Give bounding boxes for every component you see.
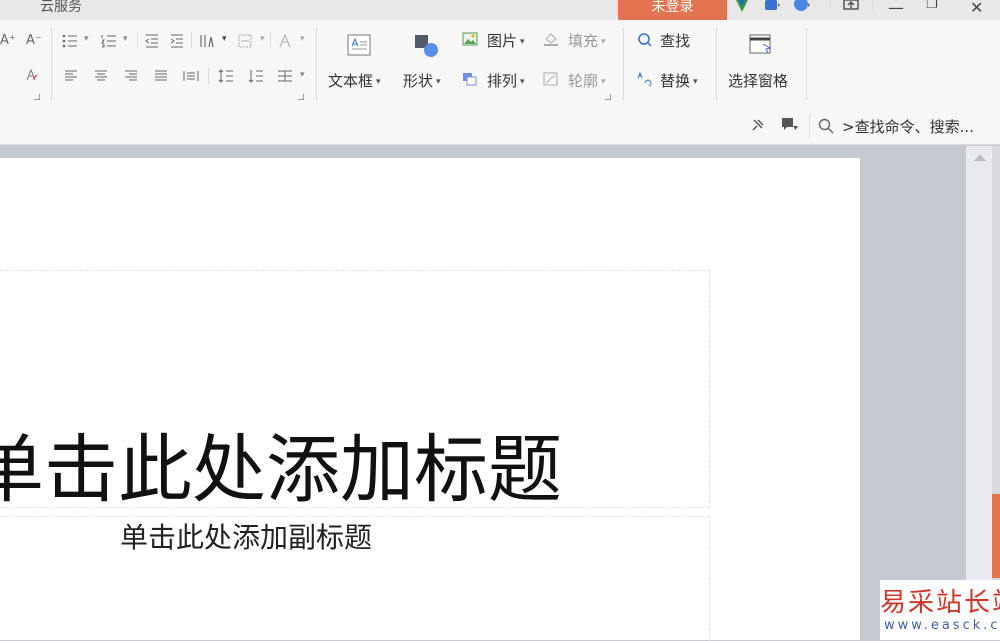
divider (809, 114, 810, 138)
divider (270, 32, 271, 48)
bullet-list-icon[interactable] (62, 34, 78, 48)
comment-icon[interactable] (781, 117, 799, 133)
justify-icon[interactable] (154, 70, 168, 82)
help-icon[interactable] (794, 0, 810, 14)
paragraph-spacing-icon[interactable] (248, 68, 264, 84)
divider (51, 28, 52, 100)
skin-icon[interactable] (764, 0, 780, 14)
watermark-url: www.easck.com (884, 618, 1000, 633)
picture-button[interactable]: 图片 ▾ (487, 30, 525, 51)
replace-button[interactable]: 替换 ▾ (660, 70, 698, 91)
columns-dropdown-icon[interactable]: ▾ (300, 70, 305, 80)
restore-button[interactable]: ❐ (926, 0, 938, 12)
divider (316, 28, 317, 100)
decrease-indent-icon[interactable] (145, 34, 159, 48)
line-spacing-icon[interactable] (218, 68, 234, 84)
outline-icon[interactable] (543, 72, 559, 86)
font-shrink-button[interactable]: A⁻ (26, 33, 42, 48)
increase-indent-icon[interactable] (170, 34, 184, 48)
font-grow-button[interactable]: A⁺ (0, 33, 16, 48)
arrange-button[interactable]: 排列 ▾ (487, 70, 525, 91)
distribute-icon[interactable] (183, 70, 199, 82)
text-effect-icon[interactable] (278, 33, 292, 49)
textbox-button[interactable]: 文本框 ▾ (328, 70, 381, 91)
arrange-icon[interactable] (462, 72, 478, 86)
scroll-up-arrow[interactable] (974, 154, 986, 161)
login-button[interactable]: 未登录 (618, 0, 727, 20)
divider (137, 32, 138, 48)
divider (830, 0, 831, 10)
clear-format-icon[interactable] (24, 68, 38, 82)
watermark-text: 易采站长站 (880, 588, 1000, 618)
scrollbar-track[interactable] (966, 146, 992, 640)
outline-button[interactable]: 轮廓 ▾ (568, 70, 606, 91)
cloud-service-tab[interactable]: 云服务 (40, 0, 82, 16)
text-direction-dropdown-icon[interactable]: ▾ (222, 34, 227, 44)
text-effect-dropdown-icon[interactable]: ▾ (300, 34, 305, 44)
fill-icon[interactable] (543, 32, 559, 46)
align-right-icon[interactable] (124, 70, 138, 82)
align-left-icon[interactable] (64, 70, 78, 82)
fill-button[interactable]: 填充 ▾ (568, 30, 606, 51)
selection-pane-icon[interactable] (749, 34, 773, 56)
share-icon[interactable] (843, 0, 859, 14)
subtitle-placeholder-text[interactable]: 单击此处添加副标题 (120, 516, 372, 556)
divider (716, 28, 717, 100)
search-command-input[interactable]: >查找命令、搜索... (842, 116, 974, 137)
align-text-dropdown-icon[interactable]: ▾ (260, 34, 265, 44)
divider (191, 32, 192, 48)
columns-icon[interactable] (277, 68, 293, 84)
textbox-icon[interactable] (347, 34, 371, 56)
shape-button[interactable]: 形状 ▾ (403, 70, 441, 91)
shape-icon[interactable] (414, 34, 440, 58)
close-button[interactable]: ✕ (970, 0, 983, 17)
align-center-icon[interactable] (94, 70, 108, 82)
find-icon[interactable] (637, 32, 653, 48)
text-direction-icon[interactable] (199, 33, 215, 49)
side-panel-toggle[interactable] (992, 494, 1000, 578)
selection-pane-button[interactable]: 选择窗格 (728, 70, 788, 91)
divider (623, 28, 624, 100)
divider (806, 28, 807, 100)
numbered-list-icon[interactable] (101, 34, 117, 48)
picture-icon[interactable] (462, 32, 478, 46)
font-dialog-launcher[interactable] (34, 94, 40, 100)
align-text-icon[interactable] (238, 34, 252, 48)
replace-icon[interactable] (637, 72, 653, 88)
drawing-dialog-launcher[interactable] (605, 94, 611, 100)
divider (872, 0, 873, 10)
divider (208, 68, 209, 84)
bullet-list-dropdown-icon[interactable]: ▾ (84, 34, 89, 44)
paragraph-dialog-launcher[interactable] (298, 94, 304, 100)
find-button[interactable]: 查找 (660, 30, 690, 51)
numbered-list-dropdown-icon[interactable]: ▾ (123, 34, 128, 44)
shield-icon[interactable] (734, 0, 750, 14)
search-icon[interactable] (818, 118, 834, 134)
pin-icon[interactable] (751, 118, 765, 132)
title-placeholder-text[interactable]: 单击此处添加标题 (0, 410, 562, 517)
minimize-button[interactable]: — (888, 0, 904, 17)
